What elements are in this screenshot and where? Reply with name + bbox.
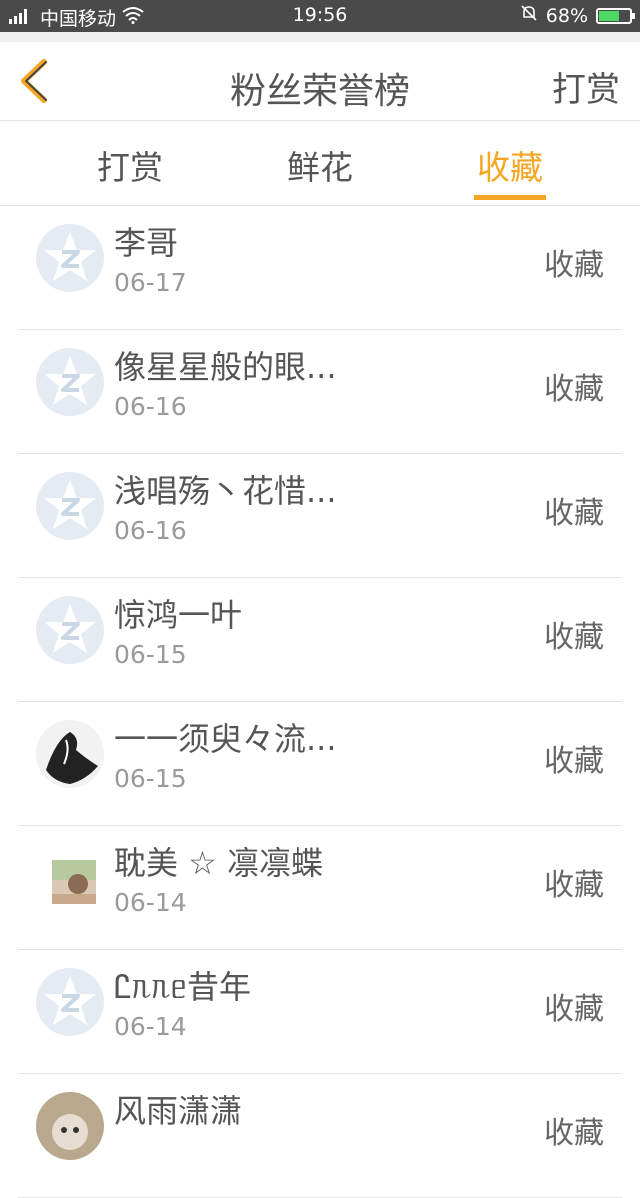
status-separator — [0, 32, 640, 42]
avatar[interactable] — [36, 224, 104, 292]
action-label: 收藏 — [544, 744, 604, 779]
item-date: 06-16 — [114, 516, 187, 545]
bell-muted-icon — [520, 4, 538, 27]
item-date: 06-15 — [114, 764, 187, 793]
action-label: 收藏 — [544, 992, 604, 1027]
tab-favorites[interactable]: 收藏 — [450, 141, 570, 189]
item-date: 06-15 — [114, 640, 187, 669]
action-label: 收藏 — [544, 1116, 604, 1151]
user-name: 浅唱殇丶花惜... — [114, 472, 337, 510]
user-name: 惊鸿一叶 — [114, 596, 243, 634]
list-item[interactable]: 惊鸿一叶 06-15 收藏 — [0, 578, 640, 702]
avatar[interactable] — [36, 968, 104, 1036]
list-item[interactable]: 像星星般的眼... 06-16 收藏 — [0, 330, 640, 454]
user-name: 一一须臾々流... — [114, 720, 337, 758]
list-item[interactable]: 耽美 ☆ 凛凛蝶 06-14 收藏 — [0, 826, 640, 950]
status-bar: 中国移动 19:56 68% — [0, 0, 640, 32]
user-name: 耽美 ☆ 凛凛蝶 — [114, 844, 324, 882]
list-item[interactable]: 浅唱殇丶花惜... 06-16 收藏 — [0, 454, 640, 578]
tab-bar: 打赏 鲜花 收藏 — [0, 121, 640, 206]
battery-percent: 68% — [545, 4, 588, 27]
list-item[interactable]: 一一须臾々流... 06-15 收藏 — [0, 702, 640, 826]
active-tab-indicator — [474, 195, 546, 200]
avatar[interactable] — [36, 720, 104, 788]
list-item[interactable]: Ꮭᥰᥰᥱ昔年 06-14 收藏 — [0, 950, 640, 1074]
avatar[interactable] — [36, 348, 104, 416]
action-label: 收藏 — [544, 372, 604, 407]
reward-button[interactable]: 打赏 — [552, 62, 620, 111]
action-label: 收藏 — [544, 868, 604, 903]
avatar[interactable] — [36, 844, 104, 912]
user-name: 风雨潇潇 — [114, 1092, 243, 1130]
user-name: 李哥 — [114, 224, 179, 262]
page-title: 粉丝荣誉榜 — [229, 71, 410, 112]
item-date: 06-14 — [114, 888, 187, 917]
action-label: 收藏 — [544, 496, 604, 531]
item-date: 06-16 — [114, 392, 187, 421]
action-label: 收藏 — [544, 248, 604, 283]
battery-icon — [596, 7, 635, 24]
nav-bar: 粉丝荣誉榜 打赏 — [0, 42, 640, 121]
tab-flowers[interactable]: 鲜花 — [260, 141, 380, 189]
avatar[interactable] — [36, 1092, 104, 1160]
list-item[interactable]: 李哥 06-17 收藏 — [0, 206, 640, 330]
user-name: 像星星般的眼... — [114, 348, 337, 386]
item-date: 06-14 — [114, 1012, 187, 1041]
user-name: Ꮭᥰᥰᥱ昔年 — [114, 968, 251, 1006]
avatar[interactable] — [36, 596, 104, 664]
avatar[interactable] — [36, 472, 104, 540]
favorites-list: 李哥 06-17 收藏 像星星般的眼... 06-16 收藏 浅唱殇丶花惜... 06-16 收… — [0, 206, 640, 1198]
list-item[interactable]: 风雨潇潇收藏 — [0, 1074, 640, 1198]
tab-reward[interactable]: 打赏 — [70, 141, 190, 189]
action-label: 收藏 — [544, 620, 604, 655]
item-date: 06-17 — [114, 268, 187, 297]
